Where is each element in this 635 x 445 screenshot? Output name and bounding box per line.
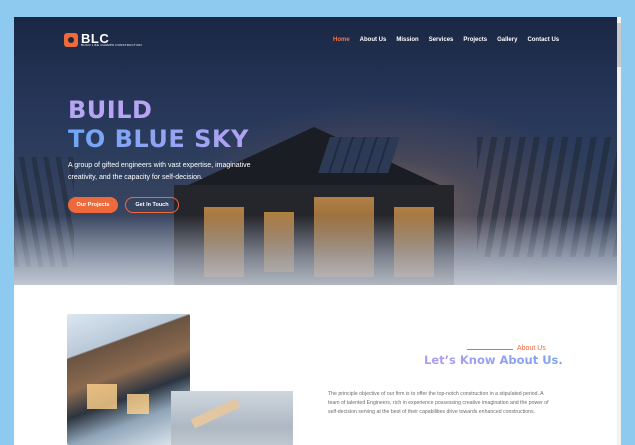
- brand-tagline: BUILD LIKE CHAMPS CONSTRUCTION: [81, 43, 142, 47]
- get-in-touch-button[interactable]: Get In Touch: [125, 197, 179, 213]
- hero-subtitle: A group of gifted engineers with vast ex…: [68, 162, 251, 181]
- hero-title-line1: BUILD: [68, 96, 153, 124]
- nav-gallery[interactable]: Gallery: [497, 37, 517, 43]
- about-kicker-line: [467, 349, 513, 350]
- about-kicker: About Us: [517, 345, 546, 352]
- hero-section: BLC BUILD LIKE CHAMPS CONSTRUCTION Home …: [14, 17, 617, 285]
- hero-snow: [14, 215, 617, 285]
- about-photo-interior: [171, 391, 293, 445]
- our-projects-button[interactable]: Our Projects: [68, 197, 118, 213]
- nav-about-us[interactable]: About Us: [360, 37, 387, 43]
- main-nav: Home About Us Mission Services Projects …: [333, 37, 569, 43]
- nav-projects[interactable]: Projects: [463, 37, 487, 43]
- about-body: The principle objective of our firm is t…: [328, 391, 549, 415]
- nav-services[interactable]: Services: [429, 37, 454, 43]
- page-scrollbar[interactable]: [617, 17, 621, 445]
- nav-contact-us[interactable]: Contact Us: [527, 37, 559, 43]
- logo-icon: [64, 33, 78, 47]
- brand-logo[interactable]: BLC BUILD LIKE CHAMPS CONSTRUCTION: [64, 32, 142, 47]
- hero-title-line2: TO BLUE SKY: [68, 125, 249, 153]
- about-title: Let’s Know About Us.: [424, 353, 563, 367]
- browser-page: BLC BUILD LIKE CHAMPS CONSTRUCTION Home …: [14, 17, 621, 445]
- nav-mission[interactable]: Mission: [396, 37, 418, 43]
- nav-home[interactable]: Home: [333, 37, 350, 43]
